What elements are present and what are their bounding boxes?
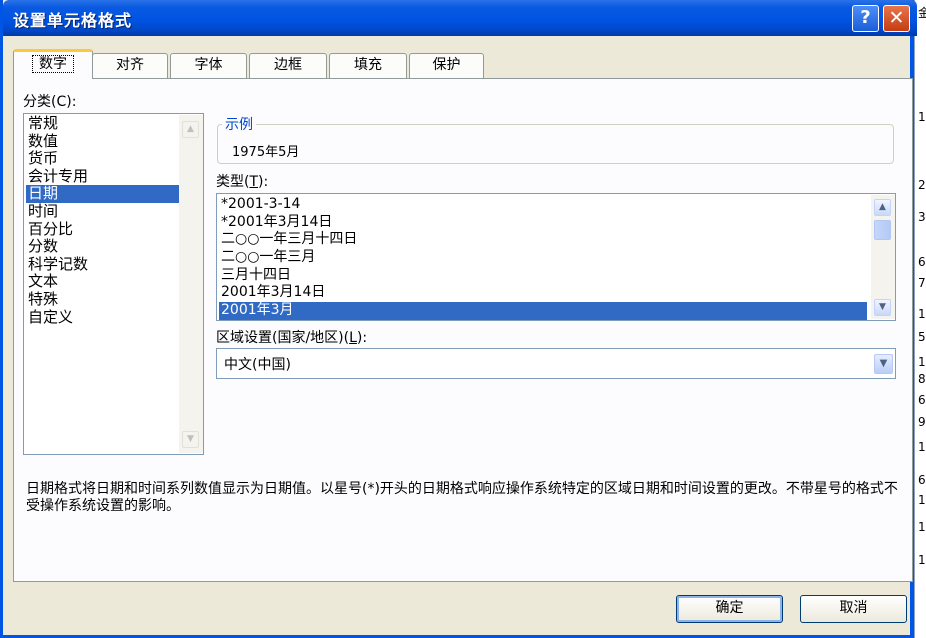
tab-fill[interactable]: 填充 (329, 53, 407, 78)
type-label: 类型(T): (216, 174, 269, 190)
category-item[interactable]: 时间 (26, 203, 182, 221)
sheet-cell-glyph: 6 (918, 393, 926, 407)
category-item[interactable]: 会计专用 (26, 167, 182, 186)
category-list[interactable]: 常规 数值 货币 会计专用 日期 时间 百分比 分数 科学记数 文本 特殊 自定义 ▲ ▼ (23, 113, 204, 455)
scroll-down-arrow-icon[interactable]: ▼ (874, 299, 891, 316)
type-scrollbar[interactable]: ▲ ▼ (871, 195, 895, 319)
format-description: 日期格式将日期和时间系列数值显示为日期值。以星号(*)开头的日期格式响应操作系统… (26, 481, 898, 514)
type-item[interactable]: 三月十四日 (219, 267, 867, 285)
tab-alignment[interactable]: 对齐 (92, 53, 168, 78)
dialog-title: 设置单元格格式 (13, 11, 133, 30)
tab-border[interactable]: 边框 (249, 53, 327, 78)
ok-button[interactable]: 确定 (676, 595, 783, 623)
sheet-cell-glyph: 金 (918, 6, 926, 20)
tab-number[interactable]: 数字 (13, 49, 93, 79)
sample-value: 1975年5月 (232, 145, 300, 160)
category-item[interactable]: 货币 (26, 150, 182, 168)
tab-font[interactable]: 字体 (170, 53, 247, 78)
sheet-cell-glyph: 1 (918, 553, 926, 567)
sheet-cell-glyph: 1 (918, 355, 926, 369)
locale-hotkey: L (349, 330, 357, 346)
chevron-down-icon[interactable]: ▼ (874, 354, 893, 374)
scroll-down-arrow-icon[interactable]: ▼ (182, 431, 199, 448)
category-item[interactable]: 百分比 (26, 220, 182, 239)
locale-value: 中文(中国) (224, 357, 291, 373)
tab-label: 边框 (274, 57, 302, 73)
category-item[interactable]: 科学记数 (26, 255, 182, 274)
tab-label: 保护 (432, 57, 461, 73)
sample-group (217, 124, 894, 164)
type-item[interactable]: 2001年3月14日 (219, 284, 867, 302)
category-item[interactable]: 日期 (26, 185, 182, 203)
tab-label: 字体 (194, 57, 223, 73)
category-scrollbar[interactable]: ▲ ▼ (179, 115, 203, 453)
category-label-text: 分类 (23, 94, 51, 110)
category-label: 分类(C): (23, 91, 76, 111)
sheet-cell-glyph: 6 (918, 255, 926, 269)
type-list[interactable]: *2001-3-14 *2001年3月14日 二○○一年三月十四日 二○○一年三月 三月… (216, 193, 896, 321)
sheet-cell-glyph: 6 (918, 473, 926, 487)
sheet-cell-glyph: 5 (918, 330, 926, 344)
sample-title: 示例 (222, 114, 256, 134)
sheet-cell-glyph: 1 (918, 440, 926, 454)
type-item[interactable]: *2001-3-14 (219, 196, 867, 214)
background-spreadsheet: 金1236715186916111 (914, 0, 926, 638)
cancel-button[interactable]: 取消 (800, 595, 907, 623)
locale-label: 区域设置(国家/地区)(L): (216, 330, 368, 346)
tab-label: 填充 (354, 57, 382, 73)
sheet-cell-glyph: 8 (918, 372, 926, 386)
category-item[interactable]: 数值 (26, 132, 182, 151)
format-cells-dialog: 设置单元格格式 ? ✕ 数字 对齐 字体 边框 填充 保护 分类(C): 常规数… (0, 0, 917, 638)
scroll-up-arrow-icon[interactable]: ▲ (874, 199, 891, 216)
category-items: 常规 数值 货币 会计专用 日期 时间 百分比 分数 科学记数 文本 特殊 自定义 (26, 115, 182, 326)
scroll-thumb[interactable] (874, 220, 891, 240)
type-items: *2001-3-14 *2001年3月14日 二○○一年三月十四日 二○○一年三月 三月… (219, 196, 867, 320)
sheet-cell-glyph: 7 (918, 276, 926, 290)
sheet-cell-glyph: 1 (918, 110, 926, 124)
type-hotkey: T (249, 174, 259, 190)
tab-protection[interactable]: 保护 (409, 53, 484, 78)
locale-label-text: 区域设置(国家/地区) (216, 330, 344, 346)
category-item[interactable]: 特殊 (26, 291, 182, 309)
category-item[interactable]: 文本 (26, 273, 182, 291)
scroll-up-arrow-icon[interactable]: ▲ (182, 121, 199, 138)
type-item[interactable]: 2001年3月 (219, 302, 867, 320)
tab-label: 数字 (32, 55, 74, 73)
type-item[interactable]: 二○○一年三月 (219, 249, 867, 267)
sheet-cell-glyph: 3 (918, 210, 926, 224)
category-item[interactable]: 自定义 (26, 308, 182, 327)
title-bar[interactable]: 设置单元格格式 ? ✕ (3, 0, 917, 36)
category-hotkey: (C): (51, 94, 77, 110)
sheet-cell-glyph: 1 (918, 307, 926, 321)
category-item[interactable]: 常规 (26, 115, 182, 133)
sheet-cell-glyph: 9 (918, 415, 926, 429)
tab-label: 对齐 (116, 57, 144, 73)
sheet-cell-glyph: 2 (918, 178, 926, 192)
close-button[interactable]: ✕ (883, 5, 910, 32)
type-label-text: 类型 (216, 174, 244, 190)
sheet-cell-glyph: 1 (918, 493, 926, 507)
category-item[interactable]: 分数 (26, 238, 182, 256)
type-item[interactable]: *2001年3月14日 (219, 214, 867, 232)
type-item[interactable]: 二○○一年三月十四日 (219, 231, 867, 249)
sheet-cell-glyph: 1 (918, 520, 926, 534)
help-button[interactable]: ? (852, 5, 879, 32)
locale-select[interactable]: 中文(中国) ▼ (216, 348, 896, 379)
